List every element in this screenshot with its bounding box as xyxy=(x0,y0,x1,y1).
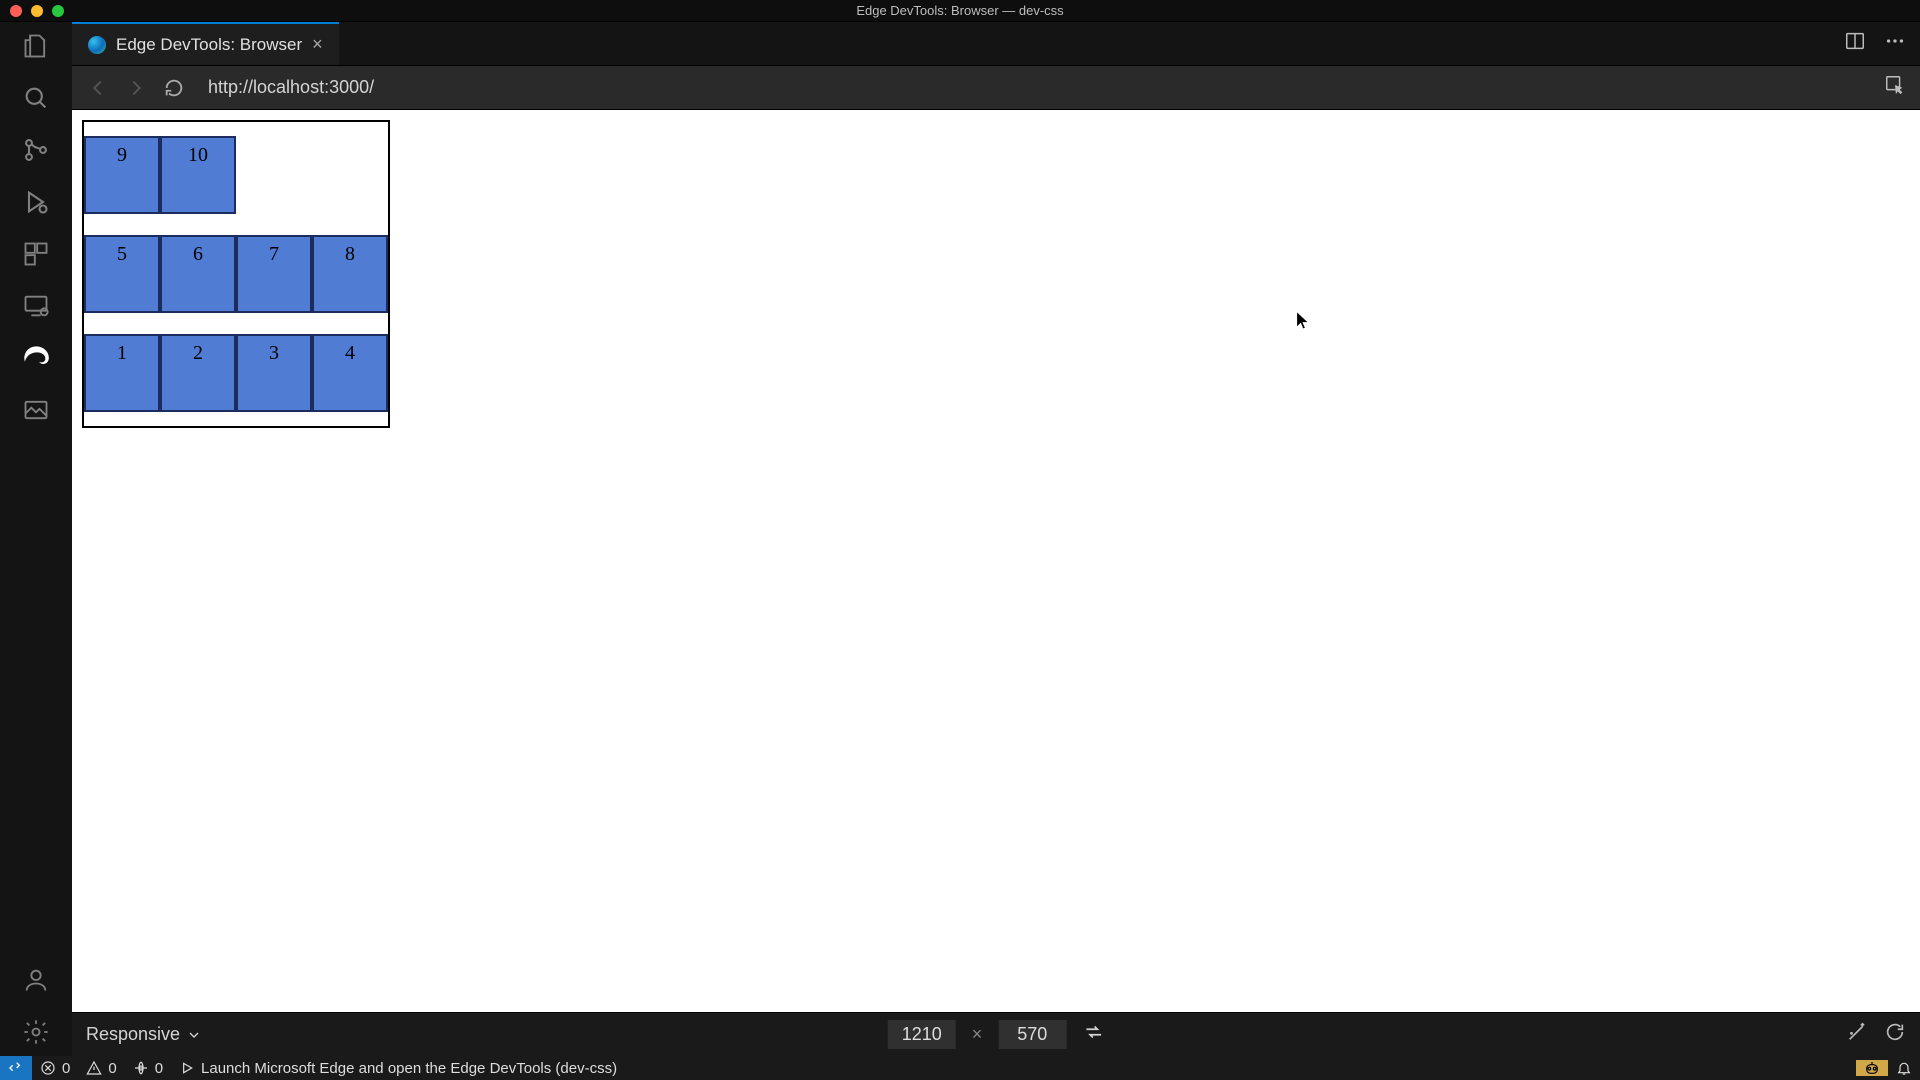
device-toolbar: Responsive × xyxy=(72,1012,1920,1056)
workbench: Edge DevTools: Browser × xyxy=(0,22,1920,1056)
remote-explorer-icon[interactable] xyxy=(22,292,50,320)
remote-indicator[interactable] xyxy=(0,1056,32,1080)
traffic-lights xyxy=(0,5,64,17)
reload-button[interactable] xyxy=(162,76,186,100)
chevron-down-icon xyxy=(186,1027,202,1043)
search-icon[interactable] xyxy=(22,84,50,112)
flex-cell: 3 xyxy=(236,334,312,412)
viewport-dimensions: × xyxy=(888,1020,1105,1049)
copilot-status-icon[interactable] xyxy=(1856,1060,1888,1076)
macos-titlebar: Edge DevTools: Browser — dev-css xyxy=(0,0,1920,22)
editor-area: Edge DevTools: Browser × xyxy=(72,22,1920,1056)
window-title: Edge DevTools: Browser — dev-css xyxy=(0,3,1920,18)
tab-row: Edge DevTools: Browser × xyxy=(72,22,1920,66)
magic-wand-icon[interactable] xyxy=(1846,1021,1868,1048)
tab-edge-devtools-browser[interactable]: Edge DevTools: Browser × xyxy=(72,22,339,65)
browser-toolbar xyxy=(72,66,1920,110)
extensions-icon[interactable] xyxy=(22,240,50,268)
maximize-window-button[interactable] xyxy=(52,5,64,17)
forward-button[interactable] xyxy=(124,76,148,100)
minimize-window-button[interactable] xyxy=(31,5,43,17)
ports-count: 0 xyxy=(155,1060,163,1077)
rendered-page: 1 2 3 4 5 6 7 8 9 10 xyxy=(82,120,390,428)
flex-cell: 4 xyxy=(312,334,388,412)
problems-errors[interactable]: 0 xyxy=(32,1056,78,1080)
refresh-device-icon[interactable] xyxy=(1884,1021,1906,1048)
close-window-button[interactable] xyxy=(10,5,22,17)
close-tab-button[interactable]: × xyxy=(312,34,323,55)
split-editor-icon[interactable] xyxy=(1844,30,1866,57)
flex-cell: 10 xyxy=(160,136,236,214)
inspect-element-icon[interactable] xyxy=(1884,74,1906,101)
flex-cell: 8 xyxy=(312,235,388,313)
address-bar[interactable] xyxy=(200,71,1870,104)
notifications-bell-icon[interactable] xyxy=(1888,1060,1920,1076)
debug-configuration[interactable]: Launch Microsoft Edge and open the Edge … xyxy=(171,1056,625,1080)
settings-gear-icon[interactable] xyxy=(22,1018,50,1046)
ports-forwarded[interactable]: 0 xyxy=(125,1056,171,1080)
flex-cell: 9 xyxy=(84,136,160,214)
run-debug-icon[interactable] xyxy=(22,188,50,216)
tab-actions xyxy=(1844,22,1920,65)
rotate-viewport-button[interactable] xyxy=(1082,1021,1104,1048)
source-control-icon[interactable] xyxy=(22,136,50,164)
device-select[interactable]: Responsive xyxy=(86,1024,202,1045)
flex-cell: 5 xyxy=(84,235,160,313)
status-bar: 0 0 0 Launch Microsoft Edge and open the… xyxy=(0,1056,1920,1080)
browser-viewport[interactable]: 1 2 3 4 5 6 7 8 9 10 xyxy=(72,110,1920,1012)
edge-logo-icon xyxy=(88,36,106,54)
problems-warnings[interactable]: 0 xyxy=(78,1056,124,1080)
more-actions-icon[interactable] xyxy=(1884,30,1906,57)
viewport-width-input[interactable] xyxy=(888,1020,956,1049)
flex-cell: 6 xyxy=(160,235,236,313)
account-icon[interactable] xyxy=(22,966,50,994)
flex-cell: 1 xyxy=(84,334,160,412)
debug-config-label: Launch Microsoft Edge and open the Edge … xyxy=(201,1060,617,1077)
device-mode-label: Responsive xyxy=(86,1024,180,1045)
activity-bar xyxy=(0,22,72,1056)
edge-devtools-icon[interactable] xyxy=(22,344,50,372)
back-button[interactable] xyxy=(86,76,110,100)
warnings-count: 0 xyxy=(108,1060,116,1077)
dimension-separator: × xyxy=(972,1024,983,1045)
viewport-height-input[interactable] xyxy=(998,1020,1066,1049)
tab-label: Edge DevTools: Browser xyxy=(116,35,302,55)
explorer-icon[interactable] xyxy=(22,32,50,60)
images-icon[interactable] xyxy=(22,396,50,424)
flex-container: 1 2 3 4 5 6 7 8 9 10 xyxy=(82,120,390,428)
flex-cell: 2 xyxy=(160,334,236,412)
flex-cell: 7 xyxy=(236,235,312,313)
errors-count: 0 xyxy=(62,1060,70,1077)
